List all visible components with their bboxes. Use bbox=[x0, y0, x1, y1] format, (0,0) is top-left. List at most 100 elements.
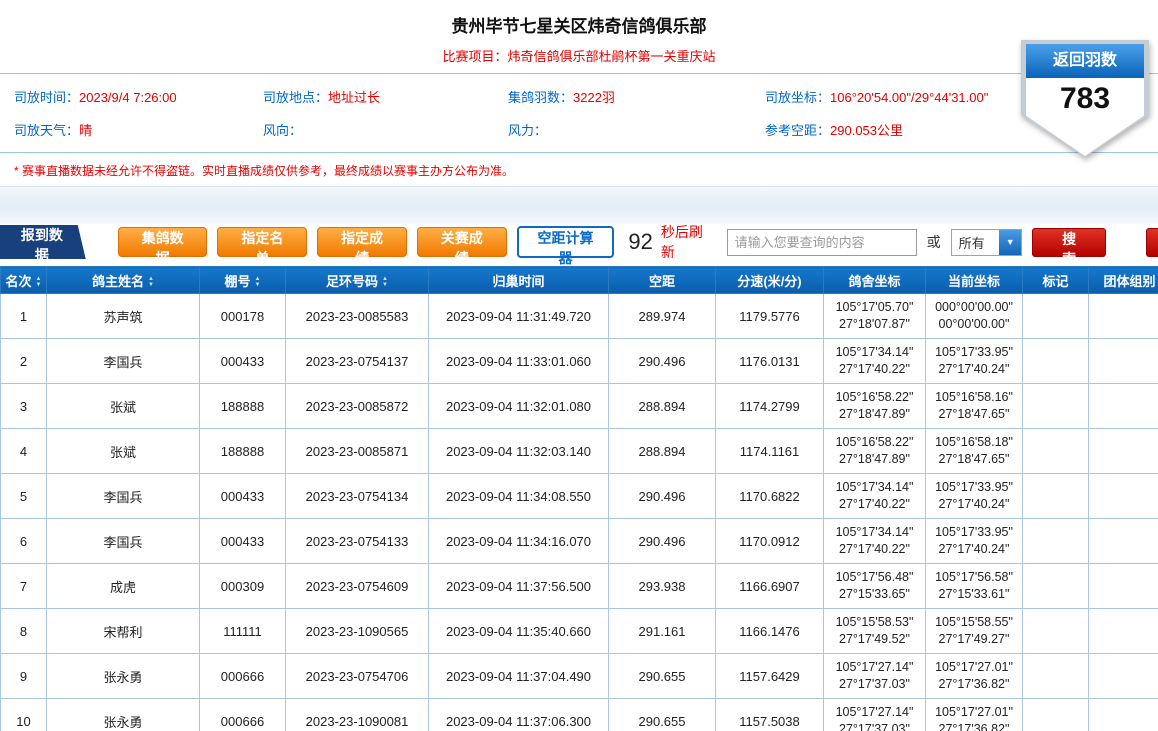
tab-nominate-list[interactable]: 指定名单 bbox=[217, 227, 307, 257]
column-label: 足环号码 bbox=[326, 274, 378, 289]
table-row: 10张永勇0006662023-23-10900812023-09-04 11:… bbox=[1, 699, 1158, 731]
column-header-9: 标记 bbox=[1023, 267, 1089, 294]
cell-rank: 10 bbox=[1, 699, 47, 731]
chevron-down-icon[interactable]: ▼ bbox=[999, 230, 1021, 255]
page: 贵州毕节七星关区炜奇信鸽俱乐部 比赛项目：炜奇信鸽俱乐部杜鹃杯第一关重庆站 司放… bbox=[0, 0, 1158, 731]
info-wind-direction: 风向： bbox=[263, 120, 508, 139]
table-row: 5李国兵0004332023-23-07541342023-09-04 11:3… bbox=[1, 474, 1158, 519]
cell-cur_coord: 000°00'00.00"00°00'00.00" bbox=[926, 294, 1023, 339]
column-header-1[interactable]: 鸽主姓名 ▲▼ bbox=[47, 267, 200, 294]
column-header-10: 团体组别 bbox=[1089, 267, 1158, 294]
info-release-time: 司放时间：2023/9/4 7:26:00 bbox=[14, 87, 263, 106]
cell-distance: 290.655 bbox=[609, 699, 716, 731]
cell-time: 2023-09-04 11:31:49.720 bbox=[429, 294, 609, 339]
cell-speed: 1157.6429 bbox=[716, 654, 824, 699]
cell-ring: 2023-23-0085583 bbox=[286, 294, 429, 339]
cell-distance: 290.496 bbox=[609, 474, 716, 519]
cell-group bbox=[1089, 294, 1158, 339]
cell-distance: 288.894 bbox=[609, 384, 716, 429]
page-header: 贵州毕节七星关区炜奇信鸽俱乐部 比赛项目：炜奇信鸽俱乐部杜鹃杯第一关重庆站 bbox=[0, 0, 1158, 73]
cell-ring: 2023-23-0754706 bbox=[286, 654, 429, 699]
cell-speed: 1166.6907 bbox=[716, 564, 824, 609]
cell-cur_coord: 105°16'58.18"27°18'47.65" bbox=[926, 429, 1023, 474]
cell-ring: 2023-23-0754137 bbox=[286, 339, 429, 384]
cell-time: 2023-09-04 11:32:03.140 bbox=[429, 429, 609, 474]
cell-mark bbox=[1023, 474, 1089, 519]
cell-ring: 2023-23-1090081 bbox=[286, 699, 429, 731]
cell-owner: 李国兵 bbox=[47, 519, 200, 564]
print-button[interactable]: 打印 bbox=[1146, 228, 1158, 257]
return-count-badge[interactable]: 返回羽数 783 bbox=[1026, 44, 1144, 156]
tab-report-data[interactable]: 报到数据 bbox=[0, 225, 86, 259]
cell-rank: 3 bbox=[1, 384, 47, 429]
cell-owner: 李国兵 bbox=[47, 474, 200, 519]
cell-rank: 1 bbox=[1, 294, 47, 339]
cell-speed: 1170.6822 bbox=[716, 474, 824, 519]
cell-cur_coord: 105°17'33.95"27°17'40.24" bbox=[926, 339, 1023, 384]
cell-time: 2023-09-04 11:37:56.500 bbox=[429, 564, 609, 609]
cell-cur_coord: 105°17'27.01"27°17'36.82" bbox=[926, 699, 1023, 731]
cell-time: 2023-09-04 11:33:01.060 bbox=[429, 339, 609, 384]
column-header-2[interactable]: 棚号▲▼ bbox=[200, 267, 286, 294]
cell-loft: 000433 bbox=[200, 519, 286, 564]
cell-owner: 张斌 bbox=[47, 429, 200, 474]
header-row: 名次▲▼鸽主姓名▲▼棚号▲▼足环号码▲▼归巢时间空距分速(米/分)鸽舍坐标当前坐… bbox=[1, 267, 1158, 294]
results-head: 名次▲▼鸽主姓名▲▼棚号▲▼足环号码▲▼归巢时间空距分速(米/分)鸽舍坐标当前坐… bbox=[1, 267, 1158, 294]
filter-select[interactable]: 所有 ▼ bbox=[951, 229, 1023, 256]
column-label: 棚号 bbox=[225, 274, 251, 289]
cell-cur_coord: 105°16'58.16"27°18'47.65" bbox=[926, 384, 1023, 429]
race-subtitle-value: 炜奇信鸽俱乐部杜鹃杯第一关重庆站 bbox=[508, 49, 716, 64]
cell-loft_coord: 105°17'27.14"27°17'37.03" bbox=[824, 699, 926, 731]
cell-cur_coord: 105°17'33.95"27°17'40.24" bbox=[926, 474, 1023, 519]
cell-loft_coord: 105°16'58.22"27°18'47.89" bbox=[824, 384, 926, 429]
cell-mark bbox=[1023, 519, 1089, 564]
cell-ring: 2023-23-1090565 bbox=[286, 609, 429, 654]
cell-loft_coord: 105°17'34.14"27°17'40.22" bbox=[824, 474, 926, 519]
cell-loft_coord: 105°17'27.14"27°17'37.03" bbox=[824, 654, 926, 699]
column-label: 团体组别 bbox=[1103, 274, 1155, 289]
column-label: 鸽主姓名 bbox=[92, 274, 144, 289]
cell-owner: 苏声筑 bbox=[47, 294, 200, 339]
cell-owner: 宋帮利 bbox=[47, 609, 200, 654]
column-label: 鸽舍坐标 bbox=[848, 274, 900, 289]
cell-group bbox=[1089, 564, 1158, 609]
info-release-place: 司放地点：地址过长 bbox=[263, 87, 508, 106]
cell-speed: 1179.5776 bbox=[716, 294, 824, 339]
cell-rank: 4 bbox=[1, 429, 47, 474]
badge-shield: 返回羽数 783 bbox=[1026, 44, 1144, 156]
cell-time: 2023-09-04 11:35:40.660 bbox=[429, 609, 609, 654]
tab-collect-data[interactable]: 集鸽数据 bbox=[118, 227, 208, 257]
cell-ring: 2023-23-0754609 bbox=[286, 564, 429, 609]
sort-icon: ▲▼ bbox=[148, 276, 154, 288]
results-table: 名次▲▼鸽主姓名▲▼棚号▲▼足环号码▲▼归巢时间空距分速(米/分)鸽舍坐标当前坐… bbox=[0, 266, 1158, 731]
refresh-label: 秒后刷新 bbox=[661, 222, 717, 262]
column-header-0[interactable]: 名次▲▼ bbox=[1, 267, 47, 294]
cell-rank: 9 bbox=[1, 654, 47, 699]
search-input[interactable] bbox=[727, 229, 917, 256]
info-bird-count: 集鸽羽数：3222羽 bbox=[508, 87, 765, 106]
cell-loft: 000178 bbox=[200, 294, 286, 339]
divider-strip bbox=[0, 186, 1158, 224]
cell-group bbox=[1089, 429, 1158, 474]
search-button[interactable]: 搜索 bbox=[1032, 228, 1106, 257]
cell-loft_coord: 105°17'56.48"27°15'33.65" bbox=[824, 564, 926, 609]
column-header-3[interactable]: 足环号码 ▲▼ bbox=[286, 267, 429, 294]
column-label: 标记 bbox=[1042, 274, 1068, 289]
cell-mark bbox=[1023, 384, 1089, 429]
cell-cur_coord: 105°15'58.55"27°17'49.27" bbox=[926, 609, 1023, 654]
table-row: 8宋帮利1111112023-23-10905652023-09-04 11:3… bbox=[1, 609, 1158, 654]
table-row: 4张斌1888882023-23-00858712023-09-04 11:32… bbox=[1, 429, 1158, 474]
table-row: 2李国兵0004332023-23-07541372023-09-04 11:3… bbox=[1, 339, 1158, 384]
cell-loft_coord: 105°17'34.14"27°17'40.22" bbox=[824, 339, 926, 384]
refresh-countdown: 92 bbox=[628, 229, 652, 255]
tab-nominate-results[interactable]: 指定成绩 bbox=[317, 227, 407, 257]
cell-rank: 6 bbox=[1, 519, 47, 564]
or-label: 或 bbox=[927, 232, 941, 252]
cell-speed: 1174.1161 bbox=[716, 429, 824, 474]
tab-race-results[interactable]: 关赛成绩 bbox=[417, 227, 507, 257]
cell-distance: 290.496 bbox=[609, 339, 716, 384]
sort-icon: ▲▼ bbox=[382, 276, 388, 288]
cell-loft: 000433 bbox=[200, 474, 286, 519]
table-row: 6李国兵0004332023-23-07541332023-09-04 11:3… bbox=[1, 519, 1158, 564]
distance-calculator-button[interactable]: 空距计算器 bbox=[517, 226, 615, 258]
